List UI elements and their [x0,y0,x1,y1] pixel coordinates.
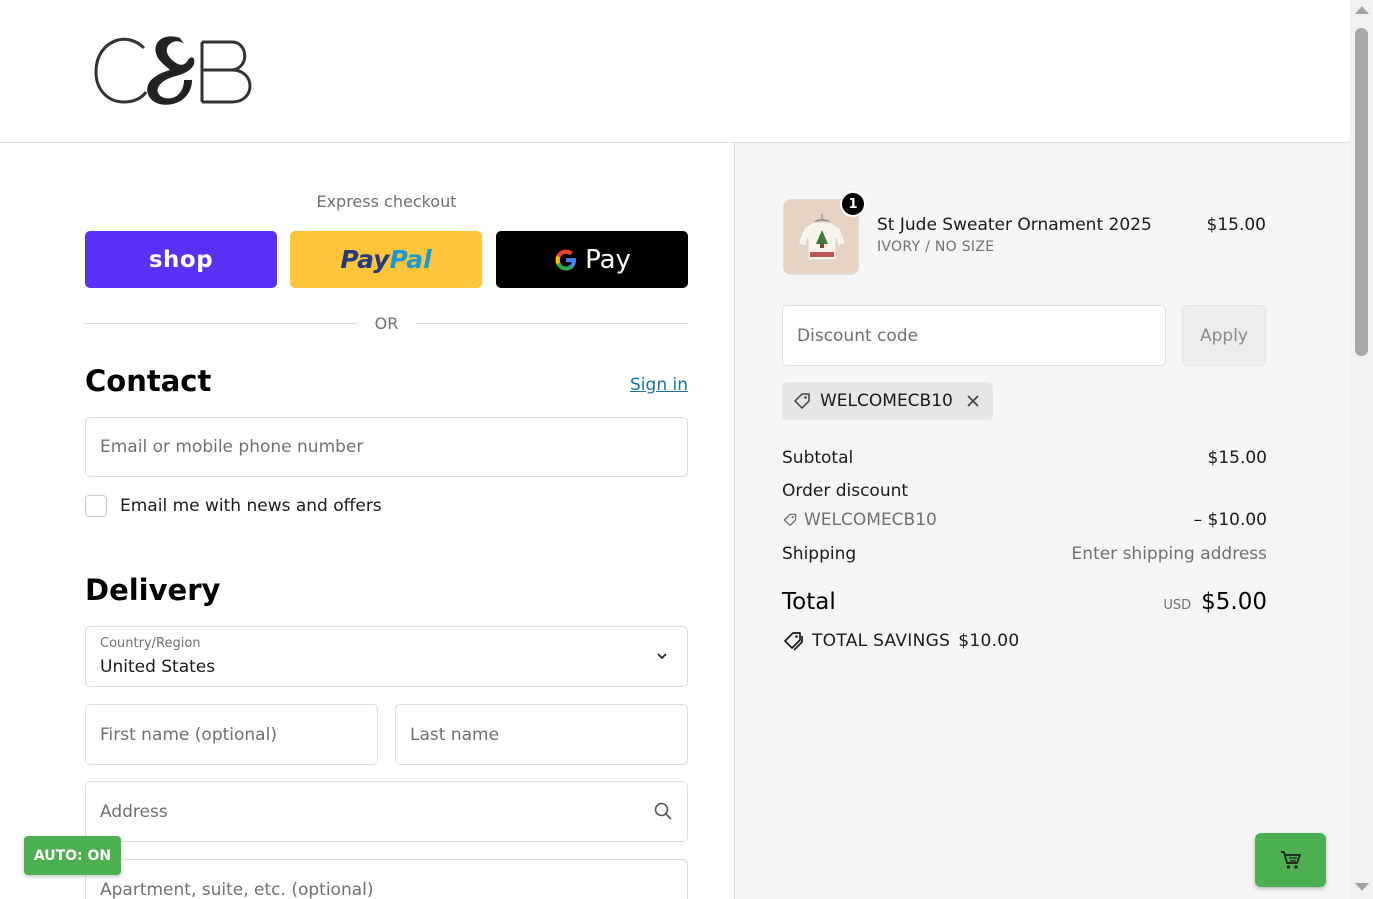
discount-code-summary: WELCOMECB10 [782,510,937,530]
address-placeholder: Address [100,801,168,822]
shipping-row: Shipping Enter shipping address [782,544,1267,564]
currency-code: USD [1163,598,1192,613]
subtotal-label: Subtotal [782,448,854,468]
delivery-title: Delivery [85,573,221,607]
scroll-up-arrow[interactable] [1355,6,1369,14]
discount-placeholder: Discount code [797,325,919,346]
google-g-icon [555,249,577,270]
chevron-down-icon [657,653,667,660]
brand-logo[interactable] [92,30,262,112]
savings-label: TOTAL SAVINGS [812,631,951,651]
or-divider: OR [85,311,688,335]
paypal-label-part1: Pay [340,245,390,274]
shop-pay-button[interactable]: shop [85,231,277,288]
applied-code-text: WELCOMECB10 [820,391,953,411]
country-select[interactable]: Country/Region United States [85,626,688,687]
product-price: $15.00 [1206,215,1266,235]
auto-toggle-button[interactable]: AUTO: ON [24,836,121,875]
page-scrollbar[interactable] [1350,0,1373,899]
discount-code-text: WELCOMECB10 [804,510,937,530]
apply-discount-button[interactable]: Apply [1182,305,1266,366]
total-row: Total USD $5.00 [782,589,1267,615]
tag-icon [783,513,797,527]
total-label: Total [782,589,836,615]
order-summary: 1 St Jude Sweater Ornament 2025 IVORY / … [734,143,1350,899]
first-name-placeholder: First name (optional) [100,724,277,745]
sign-in-link[interactable]: Sign in [620,375,688,395]
discount-code-row: WELCOMECB10 – $10.00 [782,510,1267,530]
savings-tag-icon [784,632,803,651]
divider-line [85,322,357,324]
total-amount-group: USD $5.00 [1163,589,1267,615]
discount-value: – $10.00 [1193,510,1267,530]
discount-code-input[interactable]: Discount code [782,305,1166,366]
search-icon[interactable] [653,801,673,821]
shop-pay-label: shop [148,246,214,273]
last-name-field[interactable]: Last name [395,704,688,765]
contact-title: Contact [85,364,212,398]
quantity-badge: 1 [840,191,866,217]
express-checkout-label: Express checkout [316,192,457,211]
paypal-button[interactable]: Pay Pal [290,231,482,288]
newsletter-checkbox[interactable] [85,495,107,517]
google-pay-label: Pay [585,244,631,275]
last-name-placeholder: Last name [410,724,500,745]
order-discount-row: Order discount [782,481,1267,501]
email-field[interactable]: Email or mobile phone number [85,417,688,477]
order-discount-label: Order discount [782,481,909,501]
cart-icon [1280,851,1301,869]
shipping-value: Enter shipping address [1071,544,1267,564]
google-pay-button[interactable]: Pay [496,231,688,288]
divider-line [416,322,688,324]
apartment-placeholder: Apartment, suite, etc. (optional) [100,880,374,899]
scroll-thumb[interactable] [1355,28,1368,356]
apartment-field[interactable]: Apartment, suite, etc. (optional) [85,859,688,899]
or-text: OR [374,313,399,333]
cart-fab-button[interactable] [1255,833,1326,887]
newsletter-label: Email me with news and offers [120,496,382,516]
applied-discount-chip: WELCOMECB10 [782,382,993,420]
country-value: United States [100,657,216,677]
email-placeholder: Email or mobile phone number [100,437,364,457]
subtotal-value: $15.00 [1207,448,1267,468]
remove-discount-icon[interactable] [965,393,981,409]
scroll-down-arrow[interactable] [1355,883,1369,891]
country-label: Country/Region [100,636,201,651]
subtotal-row: Subtotal $15.00 [782,448,1267,468]
checkout-form: Express checkout shop Pay Pal Pay OR Cont… [0,143,734,899]
address-field[interactable]: Address [85,781,688,842]
total-savings: TOTAL SAVINGS $10.00 [782,630,1020,652]
header [0,0,1350,143]
product-variant: IVORY / NO SIZE [877,239,995,255]
first-name-field[interactable]: First name (optional) [85,704,378,765]
shipping-label: Shipping [782,544,857,564]
savings-value: $10.00 [958,631,1020,651]
product-name: St Jude Sweater Ornament 2025 [877,215,1152,235]
tag-icon [794,393,810,409]
paypal-label-part2: Pal [389,245,432,274]
total-value: $5.00 [1201,589,1267,615]
